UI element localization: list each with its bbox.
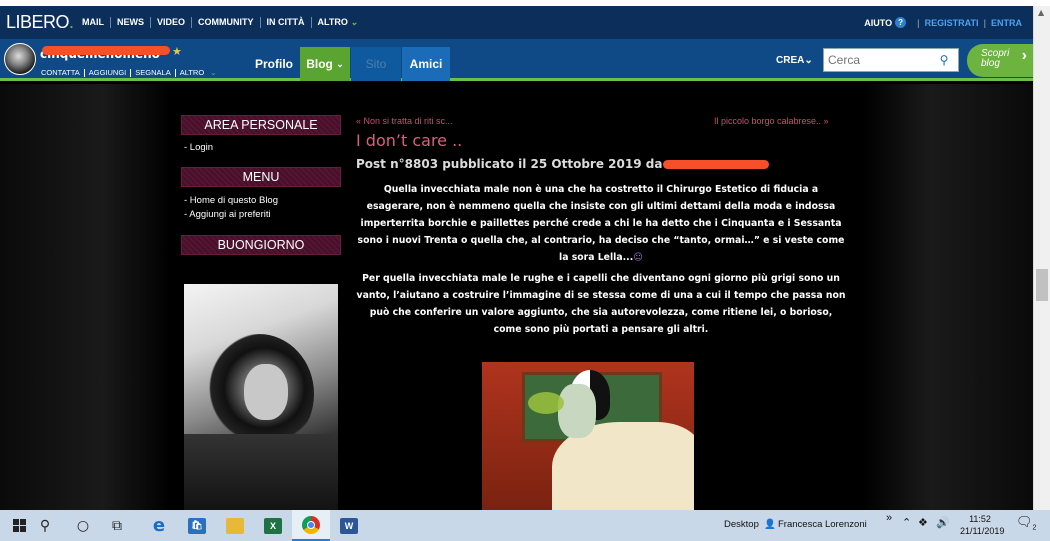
nav-mail[interactable]: MAIL: [76, 17, 110, 28]
user-icon: 👤: [764, 519, 776, 530]
post-image: [482, 362, 694, 510]
post-paragraph-1: Quella invecchiata male non è una che ha…: [356, 181, 846, 266]
sidebar-link-login[interactable]: - Login: [184, 142, 213, 153]
search-input[interactable]: [824, 50, 932, 70]
blog-avatar[interactable]: [4, 43, 36, 75]
blog-action-links: CONTATTA AGGIUNGI SEGNALA ALTRO ⌄: [41, 69, 220, 77]
post-title[interactable]: I don’t care ..: [356, 131, 462, 150]
system-clock[interactable]: 11:52 21/11/2019: [960, 513, 1005, 537]
link-aggiungi[interactable]: AGGIUNGI: [83, 69, 131, 77]
libero-nav: MAIL NEWS VIDEO COMMUNITY IN CITTÀ ALTRO…: [76, 17, 364, 28]
sidebar-heading-buongiorno: BUONGIORNO: [181, 235, 341, 255]
redaction-mark: [663, 160, 770, 169]
chevron-down-icon: ⌄: [804, 55, 813, 66]
tab-blog[interactable]: Blog ⌄: [300, 47, 350, 81]
post-meta: Post n°8803 pubblicato il 25 Ottobre 201…: [356, 157, 770, 171]
link-contatta[interactable]: CONTATTA: [41, 69, 84, 77]
nav-in-citta[interactable]: IN CITTÀ: [259, 17, 311, 28]
clock-time: 11:52: [969, 514, 991, 524]
nav-altro-label: ALTRO: [317, 17, 348, 27]
nav-news[interactable]: NEWS: [110, 17, 150, 28]
tab-amici[interactable]: Amici: [402, 47, 450, 81]
scopri-blog-button[interactable]: Scopri blog ›: [967, 44, 1033, 77]
libero-logo-text: LIBERO: [6, 12, 70, 32]
search-box: ⚲: [823, 48, 959, 72]
sidebar-heading-area-personale: AREA PERSONALE: [181, 115, 341, 135]
scrollbar-thumb[interactable]: [1036, 269, 1048, 301]
file-explorer-icon[interactable]: [216, 510, 254, 541]
register-link[interactable]: REGISTRATI: [925, 18, 979, 28]
post-meta-text: Post n°8803 pubblicato il 25 Ottobre 201…: [356, 157, 663, 171]
scroll-up-icon[interactable]: ▲: [1038, 8, 1044, 17]
help-icon[interactable]: ?: [895, 17, 907, 28]
libero-top-bar: LIBERO. MAIL NEWS VIDEO COMMUNITY IN CIT…: [0, 0, 1050, 39]
chevron-down-icon: ⌄: [210, 68, 217, 77]
post-paragraph-1-text: Quella invecchiata male non è una che ha…: [357, 184, 845, 263]
scopri-line2: blog: [981, 58, 1000, 69]
page-background-left: [0, 84, 170, 510]
link-segnala[interactable]: SEGNALA: [130, 69, 174, 77]
tab-blog-label: Blog: [306, 57, 333, 71]
nav-community[interactable]: COMMUNITY: [191, 17, 260, 28]
task-view-icon[interactable]: ⧉: [98, 510, 136, 541]
page-scrollbar[interactable]: ▲: [1033, 6, 1050, 510]
sidebar-photo: [184, 284, 338, 510]
libero-logo[interactable]: LIBERO.: [6, 12, 74, 33]
smiley-icon: ☺: [633, 252, 643, 263]
star-icon: ★: [172, 45, 182, 58]
nav-video[interactable]: VIDEO: [150, 17, 191, 28]
crea-menu[interactable]: CREA⌄: [776, 55, 813, 66]
sidebar-link-home[interactable]: - Home di questo Blog: [184, 195, 278, 206]
cortana-icon[interactable]: ○: [64, 510, 102, 541]
previous-post-link[interactable]: « Non si tratta di riti sc...: [356, 116, 453, 126]
notification-icon[interactable]: 🗨2: [1016, 514, 1036, 532]
desktop-toolbar-label[interactable]: Desktop: [724, 519, 759, 530]
crea-label: CREA: [776, 55, 805, 66]
dropbox-icon[interactable]: ❖: [918, 516, 928, 529]
chevron-right-icon: ›: [1021, 47, 1027, 64]
tray-expand-icon[interactable]: ⌃: [902, 516, 911, 529]
volume-icon[interactable]: 🔊: [936, 516, 950, 529]
post-paragraph-2: Per quella invecchiata male le rughe e i…: [356, 273, 846, 335]
tab-sito[interactable]: Sito: [351, 47, 401, 81]
login-link[interactable]: ENTRA: [991, 18, 1022, 28]
next-post-link[interactable]: Il piccolo borgo calabrese.. »: [714, 116, 829, 126]
chevron-right-double-icon[interactable]: »: [886, 512, 892, 524]
sidebar-link-favorites[interactable]: - Aggiungi ai preferiti: [184, 209, 271, 220]
browser-viewport: LIBERO. MAIL NEWS VIDEO COMMUNITY IN CIT…: [0, 0, 1050, 541]
excel-icon[interactable]: X: [254, 510, 292, 541]
sidebar-heading-menu: MENU: [181, 167, 341, 187]
blog-name[interactable]: cinquemenomeno: [40, 43, 172, 61]
tab-profilo[interactable]: Profilo: [250, 47, 298, 81]
word-icon[interactable]: W: [330, 510, 368, 541]
redaction-mark: [42, 46, 170, 55]
link-altro[interactable]: ALTRO: [174, 69, 208, 77]
chrome-icon[interactable]: [292, 510, 330, 541]
notification-count: 2: [1032, 524, 1037, 532]
libero-account-links: AIUTO ? | REGISTRATI | ENTRA: [864, 17, 1022, 28]
clock-date: 21/11/2019: [960, 526, 1005, 536]
edge-icon[interactable]: e: [140, 510, 178, 541]
help-link[interactable]: AIUTO: [864, 18, 892, 28]
page-background-right: [863, 84, 1033, 510]
store-icon[interactable]: 🛍: [178, 510, 216, 541]
chevron-down-icon: ⌄: [336, 58, 344, 69]
user-toolbar-label[interactable]: Francesca Lorenzoni: [778, 519, 867, 530]
chevron-down-icon: ⌄: [350, 17, 358, 27]
search-icon[interactable]: ⚲: [932, 53, 956, 67]
nav-altro[interactable]: ALTRO ⌄: [310, 17, 364, 28]
search-icon[interactable]: ⚲: [26, 510, 64, 541]
